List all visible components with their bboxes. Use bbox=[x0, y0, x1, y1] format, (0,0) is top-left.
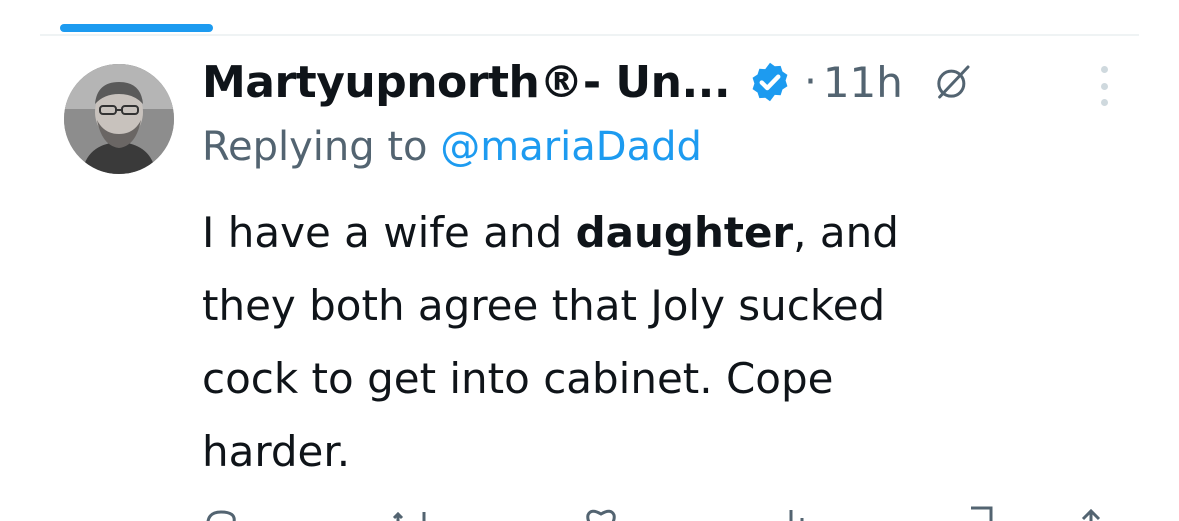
timestamp[interactable]: 11h bbox=[823, 58, 903, 107]
more-icon[interactable] bbox=[1092, 66, 1116, 106]
retweet-icon[interactable] bbox=[392, 506, 430, 521]
active-tab-indicator bbox=[60, 24, 213, 32]
tweet-text-line: they both agree that Joly sucked bbox=[202, 281, 886, 330]
bookmark-icon[interactable] bbox=[962, 506, 1000, 521]
separator-dot: · bbox=[804, 59, 817, 105]
reply-handle-link[interactable]: @mariaDadd bbox=[440, 124, 702, 170]
display-name[interactable]: Martyupnorth®- Un... bbox=[202, 57, 731, 108]
verified-badge-icon bbox=[748, 60, 792, 104]
tweet-text-segment: , and bbox=[793, 208, 899, 257]
views-icon[interactable] bbox=[772, 506, 810, 521]
grok-icon[interactable] bbox=[933, 62, 973, 102]
reply-prefix: Replying to bbox=[202, 124, 428, 170]
avatar[interactable] bbox=[64, 64, 174, 174]
top-divider bbox=[40, 34, 1139, 36]
tweet-text-line: I have a wife and daughter, and bbox=[202, 196, 1102, 269]
reply-context: Replying to @mariaDadd bbox=[202, 124, 702, 170]
reply-icon[interactable] bbox=[202, 506, 240, 521]
tweet-screenshot: Martyupnorth®- Un... · 11h Replying to @… bbox=[0, 0, 1179, 521]
like-icon[interactable] bbox=[582, 506, 620, 521]
tweet-body: I have a wife and daughter, and they bot… bbox=[202, 196, 1102, 488]
tweet-action-bar bbox=[202, 506, 1102, 521]
tweet-text-segment: I have a wife and bbox=[202, 208, 576, 257]
tweet-text-bold: daughter bbox=[575, 208, 794, 257]
tweet-text-line: cock to get into cabinet. Cope bbox=[202, 354, 834, 403]
avatar-photo bbox=[64, 64, 174, 174]
tweet-header: Martyupnorth®- Un... · 11h bbox=[202, 52, 973, 112]
tweet-text-line: harder. bbox=[202, 427, 351, 476]
share-icon[interactable] bbox=[1072, 506, 1110, 521]
